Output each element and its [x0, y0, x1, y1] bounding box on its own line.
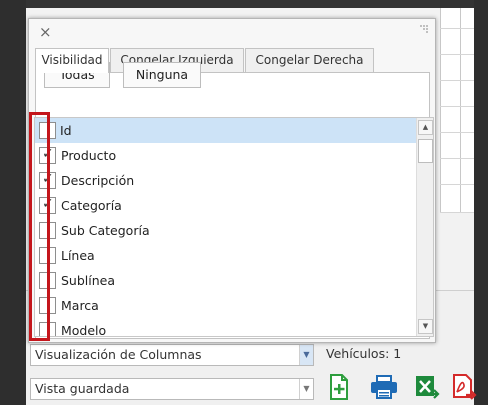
grid-row-divider	[440, 54, 474, 55]
grid-row-divider	[440, 184, 474, 185]
new-document-icon[interactable]	[326, 373, 352, 401]
scroll-thumb[interactable]	[418, 139, 433, 163]
tab-congelar-derecha[interactable]: Congelar Derecha	[245, 48, 374, 72]
dialog-header: ×	[29, 19, 435, 45]
list-item[interactable]: ✓ Descripción	[35, 168, 416, 193]
column-label: Modelo	[61, 323, 107, 337]
grid-row-divider	[440, 158, 474, 159]
checkbox-column-highlight	[29, 112, 50, 341]
vertical-scrollbar[interactable]: ▲ ▼	[416, 118, 433, 336]
window-right-edge	[474, 0, 488, 405]
chevron-down-icon[interactable]: ▼	[299, 379, 313, 399]
list-item[interactable]: Línea	[35, 243, 416, 268]
column-label: Descripción	[61, 173, 135, 188]
vehicles-count: Vehículos: 1	[326, 346, 402, 361]
column-label: Línea	[61, 248, 95, 263]
grid-row-divider	[440, 28, 474, 29]
background-data-grid	[440, 8, 474, 213]
close-icon[interactable]: ×	[39, 23, 52, 41]
list-item[interactable]: Sub Categoría	[35, 218, 416, 243]
list-item[interactable]: Sublínea	[35, 268, 416, 293]
chevron-down-icon[interactable]: ▼	[299, 345, 313, 365]
list-item[interactable]: Marca	[35, 293, 416, 318]
list-item[interactable]: Id	[35, 118, 416, 143]
window-top-edge	[0, 0, 488, 8]
grid-row-divider	[440, 106, 474, 107]
grid-row-divider	[440, 80, 474, 81]
select-none-button[interactable]: Ninguna	[123, 62, 201, 88]
tab-visibilidad[interactable]: Visibilidad	[35, 48, 109, 73]
column-label: Producto	[61, 148, 117, 163]
print-icon[interactable]	[369, 373, 399, 401]
grid-row-divider	[440, 212, 474, 213]
column-view-combo-value: Visualización de Columnas	[35, 347, 202, 362]
grid-column-divider	[460, 8, 461, 213]
list-item[interactable]: ✓ Producto	[35, 143, 416, 168]
scroll-up-icon[interactable]: ▲	[418, 120, 433, 135]
saved-view-combo[interactable]: Vista guardada ▼	[30, 378, 314, 400]
pdf-export-icon[interactable]	[452, 373, 478, 401]
window-left-edge	[0, 0, 26, 405]
scroll-down-icon[interactable]: ▼	[418, 319, 433, 334]
column-label: Id	[60, 123, 72, 138]
column-label: Sub Categoría	[61, 223, 150, 238]
column-list: Id ✓ Producto ✓ Descripción ✓ Categoría …	[34, 117, 434, 337]
list-item[interactable]: ✓ Categoría	[35, 193, 416, 218]
saved-view-combo-value: Vista guardada	[35, 381, 130, 396]
list-item[interactable]: Modelo	[35, 318, 416, 337]
column-label: Categoría	[61, 198, 122, 213]
column-label: Marca	[61, 298, 99, 313]
excel-export-icon[interactable]	[414, 373, 440, 401]
column-label: Sublínea	[61, 273, 116, 288]
column-view-combo[interactable]: Visualización de Columnas ▼	[30, 344, 314, 366]
grid-row-divider	[440, 132, 474, 133]
resize-grip-icon[interactable]	[419, 24, 429, 34]
